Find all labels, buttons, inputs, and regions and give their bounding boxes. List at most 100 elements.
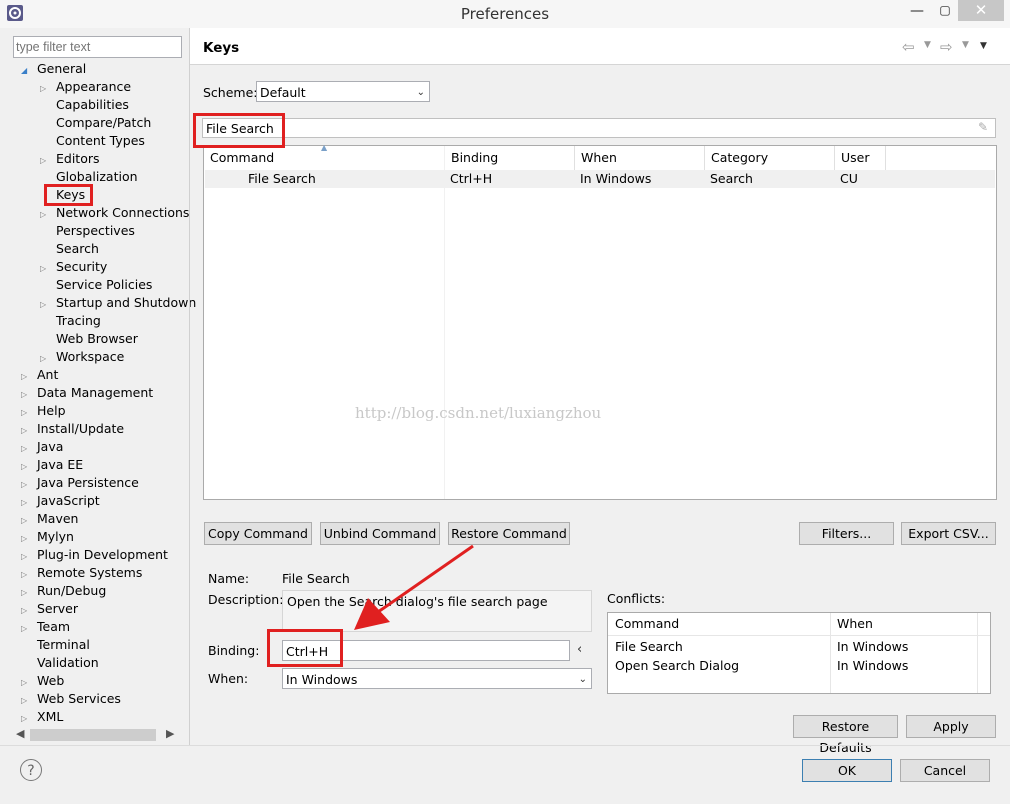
tree-item-label: Install/Update (37, 421, 125, 436)
clear-search-icon[interactable]: ✎ (978, 120, 992, 136)
restore-defaults-button[interactable]: Restore Defaults (793, 715, 898, 755)
table-row[interactable]: File Search Ctrl+H In Windows Search CU (205, 170, 995, 188)
apply-button[interactable]: Apply (906, 715, 996, 738)
tree-item[interactable]: Search (40, 240, 99, 258)
tree-item[interactable]: Service Policies (40, 276, 152, 294)
description-label: Description: (208, 592, 284, 607)
tree-item-label: Mylyn (37, 529, 74, 544)
tree-item[interactable]: ▷ Data Management (21, 384, 153, 402)
tree-item[interactable]: ▷ XML (21, 708, 63, 726)
minimize-button[interactable]: — (904, 0, 930, 22)
pane-divider[interactable] (189, 28, 190, 746)
tree-item[interactable]: ▷ Java (21, 438, 63, 456)
back-icon[interactable]: ⇦ (902, 38, 915, 56)
scroll-left-icon[interactable]: ◀ (16, 727, 24, 740)
binding-label: Binding: (208, 643, 260, 658)
tree-item[interactable]: ▷ Mylyn (21, 528, 74, 546)
when-value: In Windows (286, 672, 358, 687)
keys-search-input[interactable]: File Search (202, 118, 996, 138)
tree-item[interactable]: ▷ Workspace (40, 348, 124, 366)
binding-menu-icon[interactable]: ‹ (577, 642, 582, 657)
forward-icon[interactable]: ⇨ (940, 38, 953, 56)
tree-item[interactable]: ▷ Server (21, 600, 78, 618)
footer-divider (0, 745, 1010, 746)
tree-item[interactable]: ▷ Editors (40, 150, 100, 168)
tree-item[interactable]: ▷ Plug-in Development (21, 546, 168, 564)
export-csv-button[interactable]: Export CSV... (901, 522, 996, 545)
maximize-button[interactable]: ▢ (932, 0, 958, 22)
tree-item[interactable]: Capabilities (40, 96, 129, 114)
filter-input[interactable] (13, 36, 182, 58)
tree-item-label: Server (37, 601, 78, 616)
tree-item[interactable]: ▷ Maven (21, 510, 78, 528)
back-menu-icon[interactable]: ▼ (924, 40, 931, 50)
column-divider (977, 613, 978, 693)
column-header-user[interactable]: User (835, 146, 886, 170)
tree-item-label: Service Policies (56, 277, 153, 292)
scrollbar-thumb[interactable] (30, 729, 156, 741)
tree-item[interactable]: ▷ Security (40, 258, 107, 276)
tree-item[interactable]: ▷ JavaScript (21, 492, 100, 510)
expand-arrow-icon[interactable]: ▷ (21, 710, 31, 728)
column-header-binding[interactable]: Binding (445, 146, 575, 170)
tree-item[interactable]: Tracing (40, 312, 101, 330)
cell-command: File Search (248, 171, 316, 186)
scroll-right-icon[interactable]: ▶ (166, 727, 174, 740)
window-title: Preferences (460, 5, 550, 23)
help-icon[interactable]: ? (20, 759, 42, 781)
tree-item-label: Capabilities (56, 97, 129, 112)
tree-item[interactable]: Compare/Patch (40, 114, 151, 132)
when-select[interactable]: In Windows ⌄ (282, 668, 592, 689)
tree-item[interactable]: ▷ Web (21, 672, 64, 690)
tree-item[interactable]: ▷ Team (21, 618, 70, 636)
tree-item[interactable]: ▷ Appearance (40, 78, 131, 96)
tree-item-label: JavaScript (37, 493, 100, 508)
tree-item[interactable]: ▷ Remote Systems (21, 564, 142, 582)
scheme-select[interactable]: Default ⌄ (256, 81, 430, 102)
column-divider (830, 613, 831, 693)
filters-button[interactable]: Filters... (799, 522, 894, 545)
cancel-button[interactable]: Cancel (900, 759, 990, 782)
tree-item-label: Java EE (37, 457, 84, 472)
tree-item[interactable]: ▷ Ant (21, 366, 58, 384)
tree-item[interactable]: ▷ Java EE (21, 456, 83, 474)
tree-item[interactable]: ▷ Web Services (21, 690, 121, 708)
tree-item-label: Editors (56, 151, 100, 166)
tree-item[interactable]: Web Browser (40, 330, 138, 348)
tree-item[interactable]: ▷ Install/Update (21, 420, 124, 438)
conflicts-header-when[interactable]: When (837, 616, 873, 631)
tree-item-label: Compare/Patch (56, 115, 152, 130)
copy-command-button[interactable]: Copy Command (204, 522, 312, 545)
tree-item[interactable]: ◢ General (21, 60, 86, 78)
conflicts-header-command[interactable]: Command (615, 616, 679, 631)
conflict-row-when[interactable]: In Windows (837, 639, 908, 654)
tree-item[interactable]: Validation (21, 654, 99, 672)
column-header-when[interactable]: When (575, 146, 705, 170)
tree-item[interactable]: ▷ Run/Debug (21, 582, 106, 600)
cell-binding: Ctrl+H (450, 171, 493, 186)
conflicts-label: Conflicts: (607, 591, 666, 606)
tree-item[interactable]: ▷ Help (21, 402, 66, 420)
chevron-down-icon: ⌄ (416, 87, 425, 98)
tree-item[interactable]: ▷ Java Persistence (21, 474, 139, 492)
tree-item[interactable]: ▷ Network Connections (40, 204, 189, 222)
tree-item[interactable]: Terminal (21, 636, 90, 654)
conflict-row-command[interactable]: Open Search Dialog (615, 658, 739, 673)
cell-category: Search (710, 171, 753, 186)
tree-item-label: Run/Debug (37, 583, 107, 598)
conflict-row-when[interactable]: In Windows (837, 658, 908, 673)
conflict-row-command[interactable]: File Search (615, 639, 683, 654)
cell-when: In Windows (580, 171, 652, 186)
ok-button[interactable]: OK (802, 759, 892, 782)
tree-item[interactable]: Perspectives (40, 222, 135, 240)
tree-item[interactable]: ▷ Startup and Shutdown (40, 294, 196, 312)
tree-item-label: Team (37, 619, 71, 634)
view-menu-icon[interactable]: ▼ (980, 41, 987, 51)
tree-item[interactable]: Content Types (40, 132, 145, 150)
forward-menu-icon[interactable]: ▼ (962, 40, 969, 50)
close-button[interactable]: ✕ (958, 0, 1004, 21)
collapse-arrow-icon[interactable]: ◢ (21, 62, 31, 80)
column-header-category[interactable]: Category (705, 146, 835, 170)
tree-item-label: Ant (37, 367, 59, 382)
chevron-down-icon: ⌄ (578, 674, 587, 685)
